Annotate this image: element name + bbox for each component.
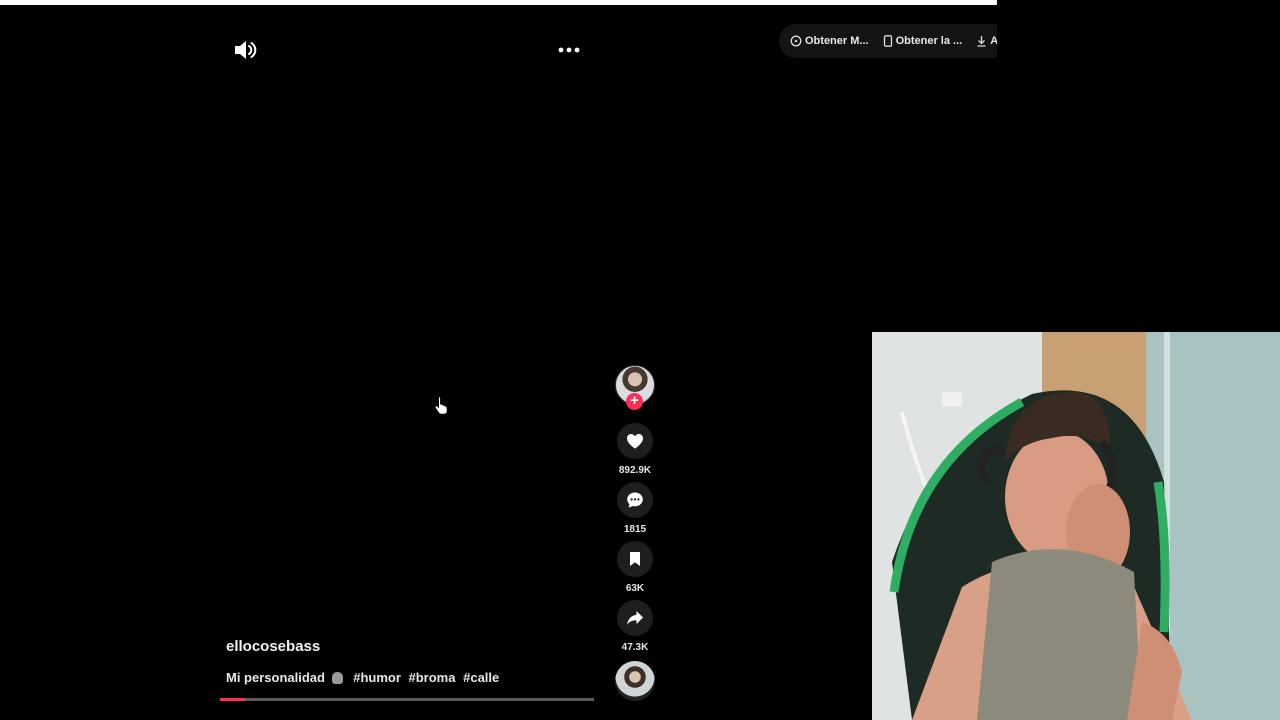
webcam-feed-image <box>872 332 1280 720</box>
like-count: 892.9K <box>618 465 652 476</box>
video-caption: Mi personalidad #humor #broma #calle <box>226 670 499 685</box>
like-action: 892.9K <box>615 423 655 476</box>
sound-button[interactable] <box>231 36 259 64</box>
hashtag-link[interactable]: #humor <box>353 670 401 685</box>
get-coins-button[interactable]: Obtener M... <box>790 35 869 47</box>
video-progress-bar[interactable] <box>220 698 594 701</box>
more-dots-icon <box>558 47 580 53</box>
comment-button[interactable] <box>617 482 653 518</box>
author-avatar-button[interactable]: + <box>615 365 655 411</box>
share-button[interactable] <box>617 600 653 636</box>
compass-icon <box>790 35 802 47</box>
comment-action: 1815 <box>615 482 655 535</box>
heart-icon <box>627 434 643 449</box>
share-action: 47.3K <box>615 600 655 653</box>
get-app-label: Obtener la ... <box>895 35 963 47</box>
author-username[interactable]: ellocosebass <box>226 638 320 655</box>
get-app-button[interactable]: Obtener la ... <box>883 35 963 47</box>
webcam-overlay <box>872 332 1280 720</box>
share-count: 47.3K <box>621 642 649 653</box>
moai-emoji-icon <box>331 672 343 684</box>
hand-pointer-icon <box>434 396 448 415</box>
download-app-label: Ap <box>990 35 997 47</box>
bookmark-icon <box>630 552 640 566</box>
hashtag-link[interactable]: #broma <box>409 670 456 685</box>
save-count: 63K <box>625 583 645 594</box>
get-coins-label: Obtener M... <box>805 35 869 47</box>
more-options-button[interactable] <box>553 36 585 64</box>
follow-plus-icon[interactable]: + <box>626 393 643 410</box>
share-arrow-icon <box>627 611 643 625</box>
top-action-bar: Obtener M... Obtener la ... Ap <box>779 24 997 58</box>
hashtag-link[interactable]: #calle <box>463 670 499 685</box>
music-disc-button[interactable] <box>615 661 655 701</box>
download-app-button[interactable]: Ap <box>976 35 997 47</box>
save-action: 63K <box>615 541 655 594</box>
like-button[interactable] <box>617 423 653 459</box>
speaker-icon <box>235 41 257 59</box>
phone-icon <box>883 35 892 47</box>
download-icon <box>977 36 986 47</box>
comment-icon <box>627 492 643 508</box>
progress-fill <box>220 698 247 701</box>
save-button[interactable] <box>617 541 653 577</box>
comment-count: 1815 <box>623 524 647 535</box>
caption-text: Mi personalidad <box>226 670 325 685</box>
top-border <box>0 0 997 5</box>
